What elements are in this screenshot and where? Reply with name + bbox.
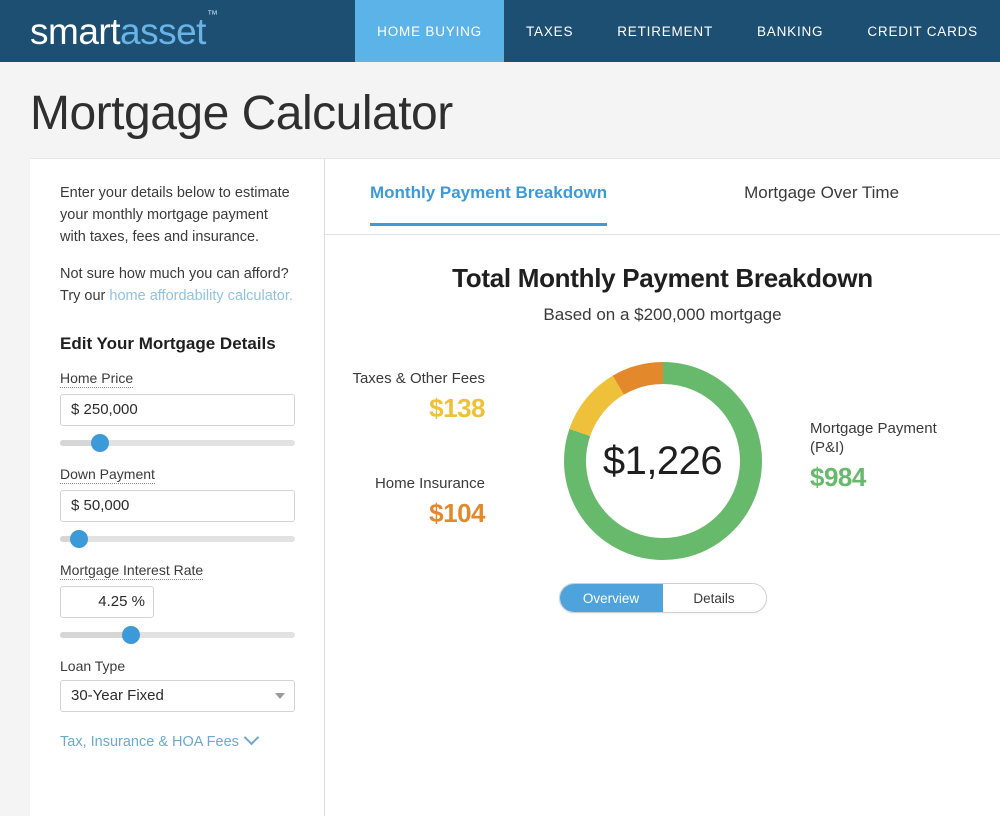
toggle-overview[interactable]: Overview: [559, 584, 663, 612]
label-loan-type: Loan Type: [60, 657, 126, 674]
input-down-payment[interactable]: [60, 489, 295, 522]
main-content: Monthly Payment Breakdown Mortgage Over …: [325, 159, 1000, 816]
disclosure-label: Tax, Insurance & HOA Fees: [60, 733, 239, 750]
tab-bar: Monthly Payment Breakdown Mortgage Over …: [325, 159, 1000, 235]
callout-taxes-other-fees: Taxes & Other Fees $138: [335, 370, 485, 424]
slider-home-price[interactable]: [60, 432, 295, 454]
callout-pi-amount: $984: [810, 461, 866, 492]
chart-subtitle: Based on a $200,000 mortgage: [543, 305, 782, 324]
page-title: Mortgage Calculator: [30, 87, 453, 140]
logo-smart: smart: [30, 10, 121, 52]
trademark-symbol: ™: [206, 9, 218, 22]
input-home-price[interactable]: [60, 393, 295, 426]
edit-details-heading: Edit Your Mortgage Details: [60, 333, 276, 353]
slider-interest-rate[interactable]: [60, 624, 295, 646]
select-loan-type[interactable]: 30-Year Fixed: [60, 679, 295, 712]
callout-pi-label: Mortgage Payment (P&I): [810, 420, 937, 456]
tab-mortgage-over-time[interactable]: Mortgage Over Time: [744, 183, 899, 225]
chart-area: Taxes & Other Fees $138 Home Insurance $…: [325, 325, 1000, 655]
donut-chart: $1,226: [555, 353, 771, 569]
chevron-down-icon: [243, 729, 260, 746]
callout-insurance-label: Home Insurance: [374, 475, 485, 492]
label-home-price: Home Price: [60, 369, 134, 388]
callout-home-insurance: Home Insurance $104: [335, 475, 486, 529]
slider-interest-rate-fill: [60, 631, 131, 638]
donut-center-total: $1,226: [602, 438, 723, 483]
field-down-payment: Down Payment: [60, 465, 295, 550]
callout-taxes-amount: $138: [429, 392, 485, 423]
chart-header: Total Monthly Payment Breakdown Based on…: [325, 235, 1000, 325]
sidebar: Enter your details below to estimate you…: [30, 159, 325, 816]
nav-item-banking[interactable]: BANKING: [735, 0, 845, 62]
view-toggle: Overview Details: [558, 583, 767, 613]
top-navbar: smartasset™ HOME BUYING TAXES RETIREMENT…: [0, 0, 1000, 62]
field-interest-rate: Mortgage Interest Rate: [60, 561, 295, 646]
slider-down-payment[interactable]: [60, 528, 295, 550]
callout-mortgage-payment-pi: Mortgage Payment (P&I) $984: [810, 420, 970, 493]
toggle-details[interactable]: Details: [662, 584, 766, 612]
label-interest-rate: Mortgage Interest Rate: [60, 561, 204, 580]
slider-down-payment-track: [60, 535, 295, 542]
calculator-panel: Enter your details below to estimate you…: [30, 158, 1000, 816]
nav-item-retirement[interactable]: RETIREMENT: [595, 0, 735, 62]
chart-title: Total Monthly Payment Breakdown: [452, 263, 873, 293]
callout-insurance-amount: $104: [429, 497, 485, 528]
loan-type-select-wrap: 30-Year Fixed: [60, 679, 295, 712]
intro-paragraph-1: Enter your details below to estimate you…: [60, 185, 290, 245]
slider-home-price-thumb[interactable]: [90, 433, 109, 452]
logo-asset: asset: [120, 10, 206, 52]
slider-interest-rate-thumb[interactable]: [121, 625, 140, 644]
tab-monthly-payment-breakdown[interactable]: Monthly Payment Breakdown: [370, 183, 608, 226]
home-affordability-calculator-link[interactable]: home affordability calculator.: [109, 288, 293, 304]
nav-item-taxes[interactable]: TAXES: [504, 0, 595, 62]
tax-insurance-hoa-disclosure[interactable]: Tax, Insurance & HOA Fees: [60, 729, 294, 750]
logo-text: smartasset™: [30, 10, 218, 52]
nav-item-credit-cards[interactable]: CREDIT CARDS: [845, 0, 1000, 62]
nav-items: HOME BUYING TAXES RETIREMENT BANKING CRE…: [355, 0, 1000, 62]
intro-paragraph-2: Not sure how much you can afford? Try ou…: [60, 264, 294, 308]
brand-logo[interactable]: smartasset™: [0, 0, 355, 62]
field-home-price: Home Price: [60, 369, 295, 454]
slider-down-payment-thumb[interactable]: [69, 529, 88, 548]
callout-taxes-label: Taxes & Other Fees: [352, 370, 485, 387]
label-down-payment: Down Payment: [60, 465, 155, 484]
nav-item-home-buying[interactable]: HOME BUYING: [355, 0, 504, 62]
input-interest-rate[interactable]: [60, 585, 154, 618]
field-loan-type: Loan Type 30-Year Fixed: [60, 657, 295, 712]
